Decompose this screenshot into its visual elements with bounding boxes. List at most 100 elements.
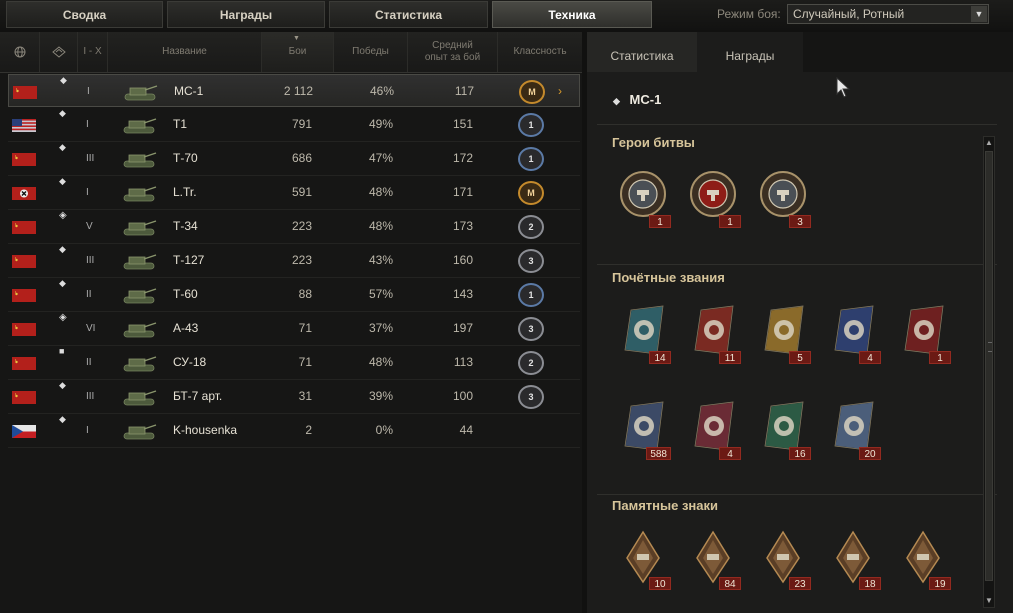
table-row[interactable]: ◆ I K-housenka 2 0% 44 bbox=[8, 414, 580, 448]
light-tank-icon: ◆ bbox=[59, 414, 66, 424]
battles-value: 791 bbox=[291, 117, 312, 131]
detail-tabs: Статистика Награды bbox=[587, 32, 1013, 72]
tier-label: I bbox=[86, 119, 89, 130]
battle-mode-dropdown[interactable]: Случайный, Ротный ▼ bbox=[787, 4, 989, 24]
mastery-badge-icon: 3 bbox=[518, 385, 544, 409]
memorial-3-icon[interactable]: 23 bbox=[755, 528, 815, 592]
ussr-flag-icon bbox=[12, 221, 36, 234]
tank-icon bbox=[123, 288, 157, 304]
mastery-badge-icon: M bbox=[518, 181, 544, 205]
tier-label: V bbox=[86, 221, 93, 232]
chevron-down-icon[interactable]: ▼ bbox=[971, 6, 987, 22]
tab-vehicles[interactable]: Техника bbox=[492, 1, 652, 28]
table-row[interactable]: ◆ I L.Tr. 591 48% 171 M bbox=[8, 176, 580, 210]
table-row[interactable]: ◆ I МС-1 2 112 46% 117 M › bbox=[8, 74, 580, 107]
warrior-medal-icon[interactable]: 1 bbox=[615, 166, 675, 230]
wins-value: 43% bbox=[368, 253, 393, 267]
sort-wins-header[interactable]: Победы bbox=[334, 32, 408, 72]
wins-value: 39% bbox=[368, 389, 393, 403]
title-8-icon[interactable]: 16 bbox=[755, 398, 815, 462]
tier-label: I bbox=[86, 187, 89, 198]
table-row[interactable]: ◈ VI А-43 71 37% 197 3 bbox=[8, 312, 580, 346]
tier-label: VI bbox=[86, 323, 96, 334]
light-tank-icon: ◆ bbox=[59, 244, 66, 254]
battles-value: 223 bbox=[291, 253, 312, 267]
avg-xp-value: 173 bbox=[452, 219, 473, 233]
title-2-icon[interactable]: 11 bbox=[685, 302, 745, 366]
tank-icon bbox=[123, 118, 157, 134]
tank-icon bbox=[123, 186, 157, 202]
title-6-icon[interactable]: 588 bbox=[615, 398, 675, 462]
sort-name-header[interactable]: Название bbox=[108, 32, 262, 72]
title-1-icon[interactable]: 14 bbox=[615, 302, 675, 366]
tab-summary[interactable]: Сводка bbox=[6, 1, 163, 28]
detail-tab-statistics[interactable]: Статистика bbox=[587, 32, 697, 72]
battle-mode-label: Режим боя: bbox=[717, 7, 781, 21]
table-row[interactable]: ◆ III БТ-7 арт. 31 39% 100 3 bbox=[8, 380, 580, 414]
tier-label: III bbox=[86, 255, 95, 266]
awards-scrollbar[interactable]: ▲ ▼ bbox=[983, 136, 995, 608]
vehicle-name: А-43 bbox=[173, 321, 199, 335]
table-header: I - X Название ▼ Бои Победы Средний опыт… bbox=[0, 32, 582, 73]
sort-nation-header[interactable] bbox=[0, 32, 40, 72]
table-row[interactable]: ◆ I T1 791 49% 151 1 bbox=[8, 108, 580, 142]
sort-mastery-header[interactable]: Классность bbox=[498, 32, 582, 72]
battles-value: 2 112 bbox=[283, 84, 313, 98]
sort-desc-icon: ▼ bbox=[293, 35, 300, 42]
memorial-1-icon[interactable]: 10 bbox=[615, 528, 675, 592]
germany-flag-icon bbox=[12, 187, 36, 200]
title-7-icon[interactable]: 4 bbox=[685, 398, 745, 462]
scroll-down-icon[interactable]: ▼ bbox=[984, 595, 994, 607]
tank-sniper-medal-icon[interactable]: 3 bbox=[755, 166, 815, 230]
avg-xp-value: 160 bbox=[452, 253, 473, 267]
ussr-flag-icon bbox=[12, 153, 36, 166]
tab-awards[interactable]: Награды bbox=[167, 1, 325, 28]
tier-label: II bbox=[86, 289, 92, 300]
spg-type-icon: ■ bbox=[59, 346, 65, 356]
table-row[interactable]: ◆ II Т-60 88 57% 143 1 bbox=[8, 278, 580, 312]
tier-label: III bbox=[86, 153, 95, 164]
avg-xp-value: 117 bbox=[454, 84, 474, 98]
avg-xp-value: 171 bbox=[452, 185, 473, 199]
battles-value: 88 bbox=[298, 287, 312, 301]
vehicle-name: СУ-18 bbox=[173, 355, 207, 369]
mouse-cursor-icon bbox=[836, 77, 851, 98]
detail-tab-awards[interactable]: Награды bbox=[697, 32, 803, 72]
title-3-icon[interactable]: 5 bbox=[755, 302, 815, 366]
table-row[interactable]: ◆ III Т-70 686 47% 172 1 bbox=[8, 142, 580, 176]
award-count: 11 bbox=[719, 351, 741, 364]
title-4-icon[interactable]: 4 bbox=[825, 302, 885, 366]
wins-value: 48% bbox=[368, 355, 393, 369]
tab-statistics[interactable]: Статистика bbox=[329, 1, 488, 28]
scroll-thumb[interactable] bbox=[985, 151, 993, 581]
table-row[interactable]: ■ II СУ-18 71 48% 113 2 bbox=[8, 346, 580, 380]
table-row[interactable]: ◈ V Т-34 223 48% 173 2 bbox=[8, 210, 580, 244]
sort-battles-header[interactable]: ▼ Бои bbox=[262, 32, 334, 72]
tier-label: I bbox=[87, 86, 90, 97]
tank-type-icon bbox=[51, 46, 66, 58]
sort-tier-header[interactable]: I - X bbox=[78, 32, 108, 72]
table-row[interactable]: ◆ III Т-127 223 43% 160 3 bbox=[8, 244, 580, 278]
memorial-4-icon[interactable]: 18 bbox=[825, 528, 885, 592]
memorial-5-icon[interactable]: 19 bbox=[895, 528, 955, 592]
vehicle-name: K-housenka bbox=[173, 423, 238, 437]
battles-value: 71 bbox=[298, 355, 312, 369]
ussr-flag-icon bbox=[12, 323, 36, 336]
ussr-flag-icon bbox=[12, 255, 36, 268]
title-5-icon[interactable]: 1 bbox=[895, 302, 955, 366]
divider bbox=[597, 494, 997, 495]
sort-type-header[interactable] bbox=[40, 32, 78, 72]
award-count: 84 bbox=[719, 577, 741, 590]
mastery-badge-icon: 1 bbox=[518, 147, 544, 171]
czech-flag-icon bbox=[12, 425, 36, 438]
sort-avg-xp-header[interactable]: Средний опыт за бой bbox=[408, 32, 498, 72]
award-count: 20 bbox=[859, 447, 881, 460]
scroll-up-icon[interactable]: ▲ bbox=[984, 137, 994, 149]
defender-medal-icon[interactable]: 1 bbox=[685, 166, 745, 230]
memorial-2-icon[interactable]: 84 bbox=[685, 528, 745, 592]
award-count: 14 bbox=[649, 351, 671, 364]
mastery-badge-icon: 2 bbox=[518, 215, 544, 239]
wins-value: 46% bbox=[369, 84, 394, 98]
award-count: 16 bbox=[789, 447, 811, 460]
title-9-icon[interactable]: 20 bbox=[825, 398, 885, 462]
